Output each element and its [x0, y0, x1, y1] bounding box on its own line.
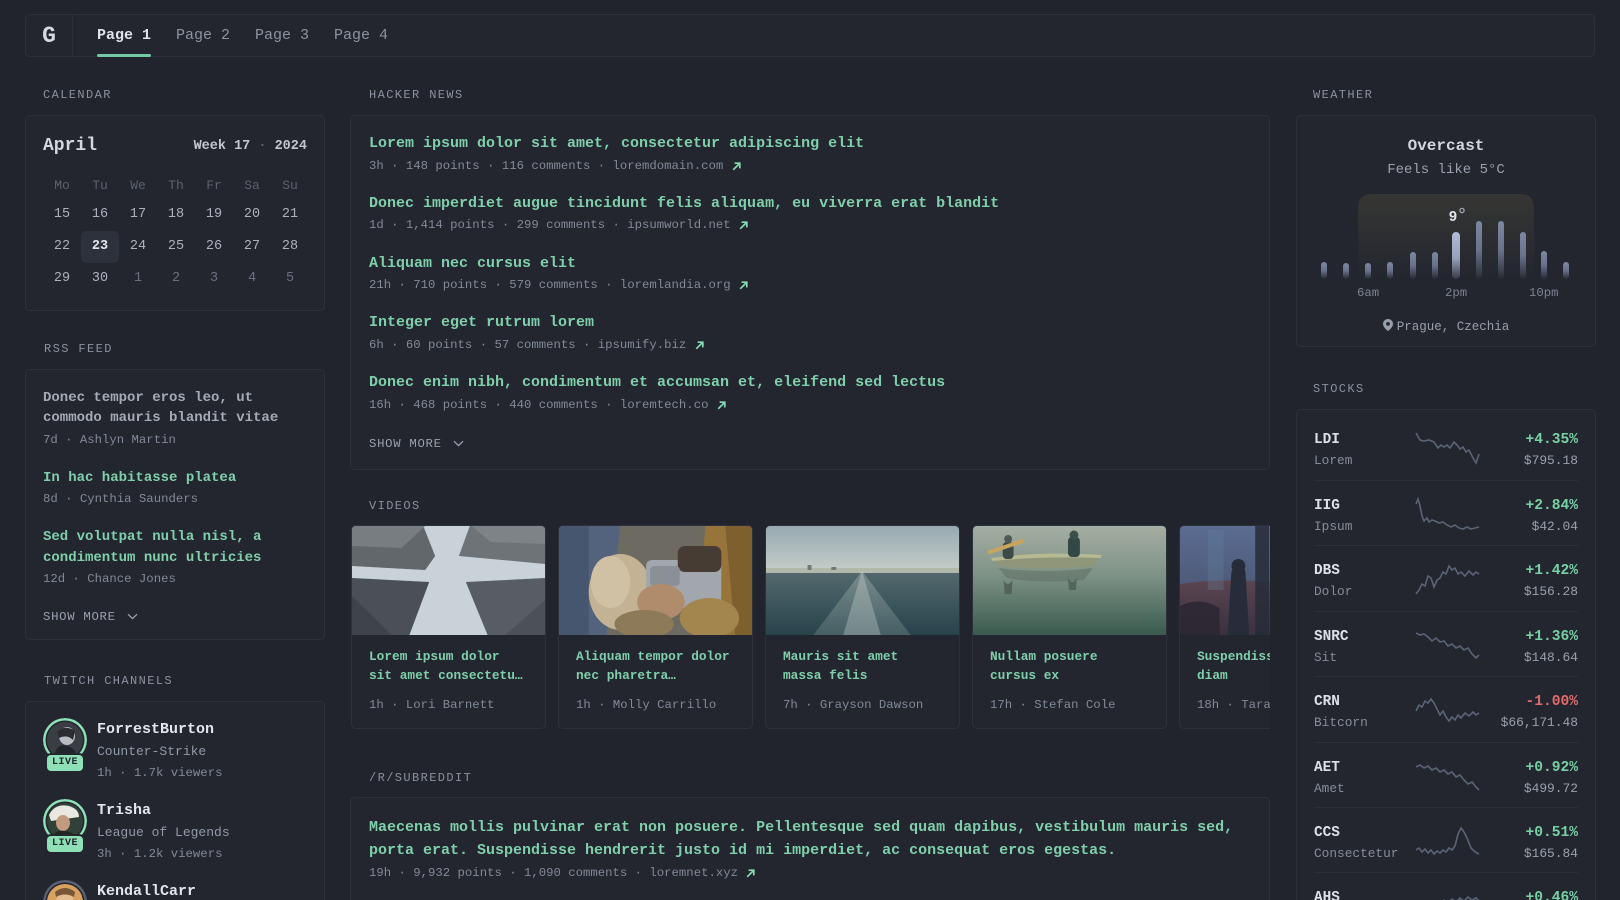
svg-text:9: 9 [1449, 210, 1458, 226]
